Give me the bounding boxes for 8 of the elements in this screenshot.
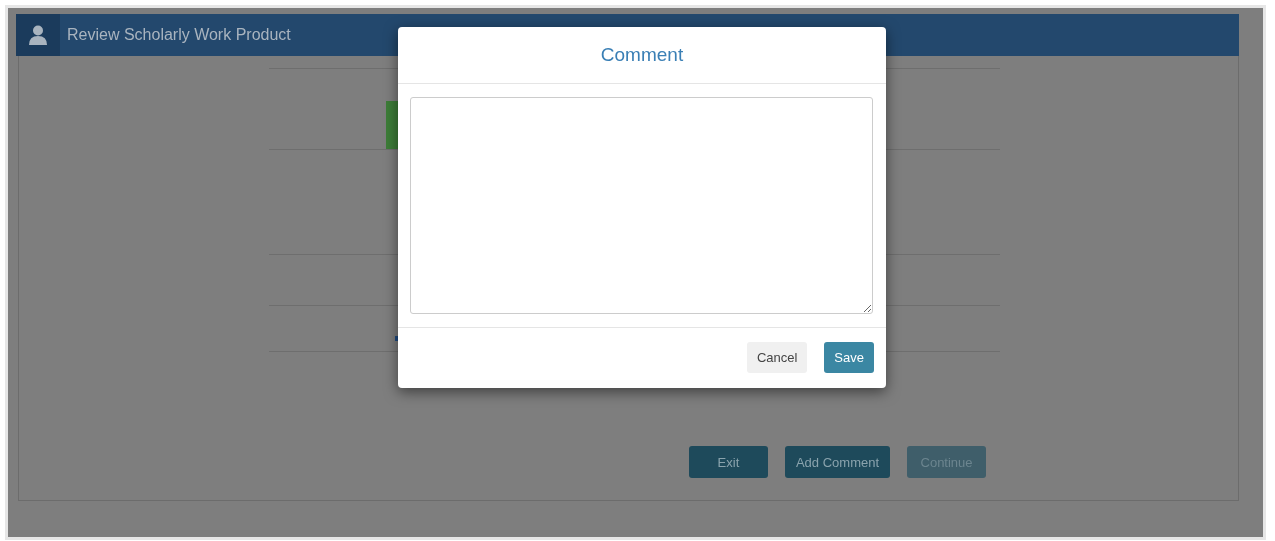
- cancel-button[interactable]: Cancel: [746, 342, 808, 373]
- comment-field[interactable]: [410, 97, 873, 314]
- user-icon: [16, 14, 60, 56]
- save-button[interactable]: Save: [824, 342, 874, 373]
- dialog-title: Comment: [600, 44, 684, 66]
- action-button[interactable]: Exit: [688, 446, 768, 478]
- page-title: Review Scholarly Work Product: [67, 26, 291, 44]
- action-button[interactable]: Add Comment: [784, 446, 891, 478]
